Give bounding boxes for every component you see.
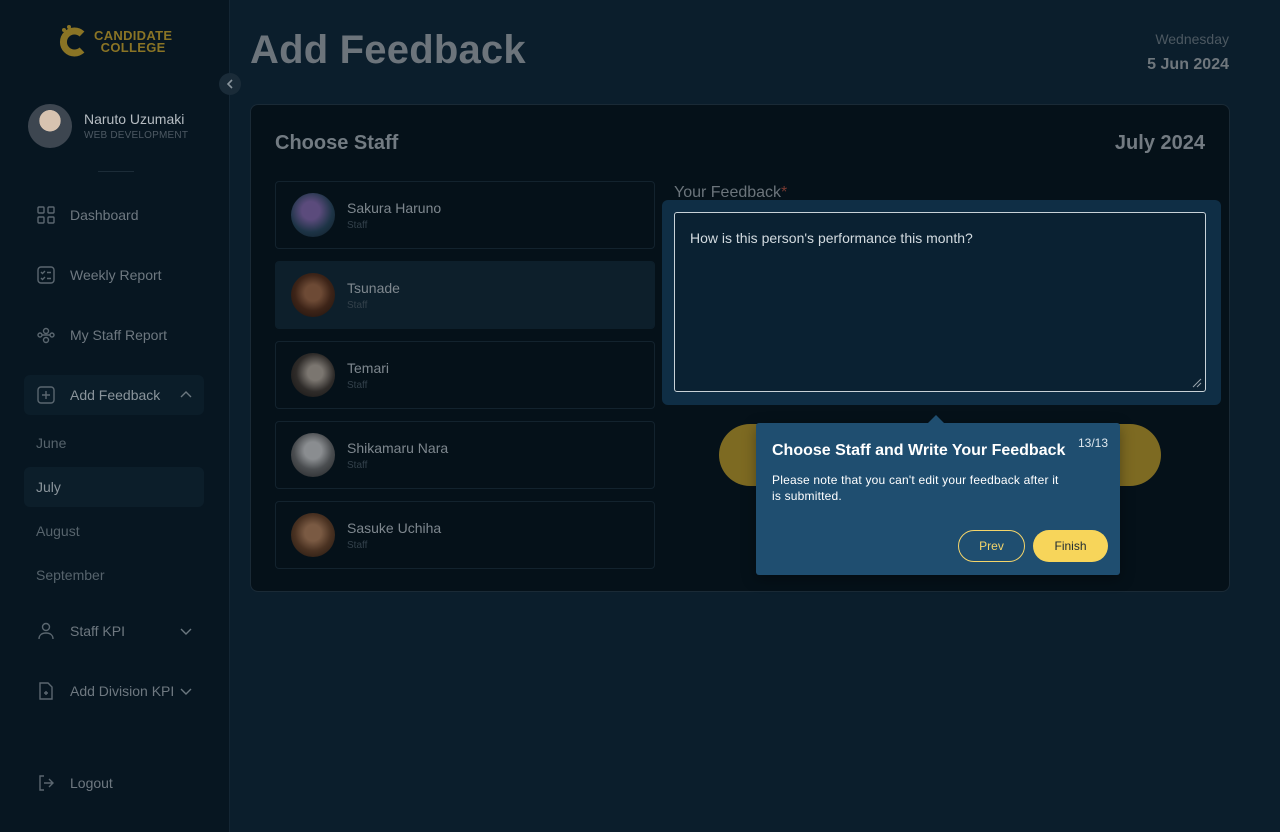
- sidebar-item-label: Add Division KPI: [70, 683, 175, 699]
- sidebar-item-dashboard[interactable]: Dashboard: [24, 195, 204, 235]
- staff-name: Sakura Haruno: [347, 199, 442, 216]
- sidebar-item-label: Staff KPI: [70, 623, 125, 639]
- staff-item-sasuke[interactable]: Sasuke Uchiha Staff: [275, 501, 655, 569]
- staff-item-temari[interactable]: Temari Staff: [275, 341, 655, 409]
- logout-label: Logout: [70, 775, 113, 791]
- card-month: July 2024: [1114, 132, 1205, 154]
- staff-role: Staff: [347, 539, 368, 551]
- tour-step-count: 13/13: [1077, 436, 1108, 450]
- feedback-placeholder: How is this person's performance this mo…: [690, 230, 973, 246]
- logo-mark-icon: [60, 25, 85, 57]
- logout-button[interactable]: Logout: [24, 763, 204, 803]
- chevron-left-icon: [226, 79, 233, 89]
- user-name: Naruto Uzumaki: [84, 111, 185, 127]
- current-date: 5 Jun 2024: [1147, 56, 1229, 73]
- sidebar-subitem-june[interactable]: June: [24, 423, 204, 463]
- staff-role: Staff: [347, 459, 368, 471]
- staff-role: Staff: [347, 379, 368, 391]
- resize-grip-icon[interactable]: [1192, 378, 1202, 388]
- sidebar-item-my-staff-report[interactable]: My Staff Report: [24, 315, 204, 355]
- staff-name: Tsunade: [347, 279, 400, 296]
- user-profile[interactable]: Naruto Uzumaki WEB DEVELOPMENT: [28, 104, 188, 148]
- avatar: [291, 433, 335, 477]
- chevron-down-icon: [178, 683, 194, 699]
- avatar: [291, 273, 335, 317]
- sidebar-subitem-august[interactable]: August: [24, 511, 204, 551]
- logout-icon: [39, 775, 54, 791]
- tour-description: Please note that you can't edit your fee…: [772, 473, 1059, 503]
- sidebar: CANDIDATE COLLEGE Naruto Uzumaki WEB DEV…: [0, 0, 230, 832]
- popover-arrow: [928, 415, 944, 423]
- team-icon: [37, 327, 55, 344]
- sidebar-item-add-feedback[interactable]: Add Feedback: [24, 375, 204, 415]
- brand-line-2: COLLEGE: [100, 40, 166, 55]
- avatar: [291, 513, 335, 557]
- current-day: Wednesday: [1155, 31, 1229, 47]
- sidebar-item-label: Weekly Report: [70, 267, 162, 283]
- sidebar-item-label: My Staff Report: [70, 327, 168, 343]
- sidebar-item-label: Dashboard: [70, 207, 139, 223]
- sidebar-item-staff-kpi[interactable]: Staff KPI: [24, 611, 204, 651]
- required-mark: *: [781, 184, 788, 201]
- page-title: Add Feedback: [250, 28, 526, 72]
- tour-title: Choose Staff and Write Your Feedback: [772, 442, 1066, 459]
- chevron-down-icon: [178, 623, 194, 639]
- file-add-icon: [39, 682, 53, 700]
- sidebar-subitem-september[interactable]: September: [24, 555, 204, 595]
- feedback-label-text: Your Feedback: [674, 184, 782, 201]
- feedback-textarea[interactable]: How is this person's performance this mo…: [674, 212, 1206, 392]
- dashboard-grid-icon: [37, 206, 55, 224]
- staff-role: Staff: [347, 299, 368, 311]
- sidebar-item-label: Add Feedback: [70, 387, 161, 403]
- person-icon: [38, 622, 54, 640]
- user-role: WEB DEVELOPMENT: [84, 130, 189, 141]
- plus-square-icon: [37, 386, 55, 404]
- brand-name: CANDIDATE COLLEGE: [94, 29, 172, 55]
- staff-name: Temari: [347, 359, 390, 376]
- staff-name: Sasuke Uchiha: [347, 519, 442, 536]
- sidebar-subitem-july[interactable]: July: [24, 467, 204, 507]
- tour-finish-button[interactable]: Finish: [1033, 530, 1108, 562]
- avatar: [291, 193, 335, 237]
- staff-name: Shikamaru Nara: [347, 439, 449, 456]
- staff-role: Staff: [347, 219, 368, 231]
- staff-item-tsunade[interactable]: Tsunade Staff: [275, 261, 655, 329]
- card-title: Choose Staff: [275, 132, 399, 154]
- tour-prev-button[interactable]: Prev: [958, 530, 1025, 562]
- chevron-up-icon: [178, 387, 194, 403]
- avatar: [28, 104, 72, 148]
- collapse-sidebar-button[interactable]: [219, 73, 241, 95]
- staff-item-shikamaru[interactable]: Shikamaru Nara Staff: [275, 421, 655, 489]
- sidebar-item-add-division-kpi[interactable]: Add Division KPI: [24, 671, 204, 711]
- sidebar-item-weekly-report[interactable]: Weekly Report: [24, 255, 204, 295]
- tour-popover: Choose Staff and Write Your Feedback 13/…: [756, 415, 1120, 575]
- divider: [98, 171, 134, 172]
- staff-item-sakura[interactable]: Sakura Haruno Staff: [275, 181, 655, 249]
- brand-logo[interactable]: CANDIDATE COLLEGE: [56, 24, 172, 60]
- avatar: [291, 353, 335, 397]
- checklist-icon: [37, 266, 55, 284]
